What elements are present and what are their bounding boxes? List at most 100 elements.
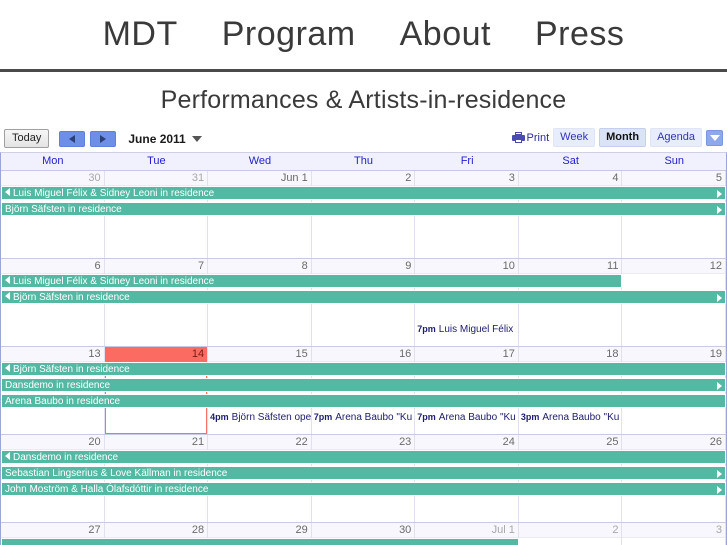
timed-event[interactable]: 7pm Arena Baubo "Ku (415, 410, 519, 424)
next-month-button[interactable] (90, 130, 117, 147)
dow-tue: Tue (147, 155, 166, 167)
arrow-right-icon (717, 294, 722, 302)
view-tab-agenda[interactable]: Agenda (650, 128, 702, 147)
arrow-left-icon (5, 452, 10, 461)
day-number: 26 (709, 436, 723, 448)
day-cell[interactable]: 3 (622, 523, 727, 545)
arrow-left-icon (5, 364, 10, 373)
calendar-view-controls: Print Week Month Agenda (511, 128, 723, 147)
day-number: Jul 1 (491, 524, 515, 536)
event-title: Björn Säfsten in residence (13, 364, 130, 375)
event-title: Sebastian Lingserius & Love Källman in r… (5, 468, 228, 479)
all-day-event[interactable]: Luis Miguel Félix & Sidney Leoni in resi… (1, 274, 623, 288)
day-number: 18 (606, 348, 619, 360)
arrow-right-icon (717, 190, 722, 198)
all-day-event[interactable]: Björn Säfsten in residence (1, 362, 726, 376)
arrow-left-icon (5, 292, 10, 301)
print-button[interactable]: Print (511, 131, 550, 144)
arrow-right-icon (717, 382, 722, 390)
all-day-event[interactable]: Dansdemo in residence (1, 450, 726, 464)
day-number: 30 (88, 172, 101, 184)
all-day-event[interactable]: Björn Säfsten in residence (1, 202, 726, 216)
all-day-event[interactable]: Björn Säfsten in residence (1, 290, 726, 304)
view-dropdown-button[interactable] (706, 129, 723, 146)
dow-fri: Fri (460, 155, 474, 167)
day-number: 11 (607, 260, 619, 272)
event-time: 3pm (520, 412, 540, 422)
day-number: 30 (399, 524, 412, 536)
nav-link-about[interactable]: About (400, 15, 491, 54)
all-day-event[interactable] (1, 538, 519, 545)
timed-event[interactable]: 7pm Luis Miguel Félix (415, 322, 519, 336)
event-title: Arena Baubo "Ku (542, 412, 620, 423)
day-number: 17 (502, 348, 515, 360)
day-number: 20 (88, 436, 101, 448)
day-number: 6 (94, 260, 101, 272)
event-time: 7pm (417, 324, 436, 334)
day-number: 31 (191, 172, 205, 184)
event-title: Arena Baubo in residence (5, 396, 121, 407)
nav-link-press[interactable]: Press (535, 15, 624, 54)
view-tab-month[interactable]: Month (599, 128, 647, 147)
event-title: Dansdemo in residence (13, 452, 119, 463)
day-number: 28 (191, 524, 205, 536)
google-calendar-embed: Today June 2011 Print Week Month Agenda … (0, 125, 727, 545)
day-number: 5 (715, 172, 723, 184)
day-number: 3 (715, 524, 723, 536)
view-tab-week[interactable]: Week (553, 128, 596, 147)
timed-event[interactable]: 7pm Arena Baubo "Ku (312, 410, 416, 424)
event-title: Luis Miguel Félix (438, 324, 514, 335)
print-label: Print (526, 131, 550, 144)
event-time: 7pm (417, 412, 436, 422)
day-of-week-header: Mon Tue Wed Thu Fri Sat Sun (1, 153, 726, 171)
day-cell[interactable]: 2 (518, 523, 623, 545)
calendar-week-row: 6 7 8 9 10 11 12 Luis Miguel Félix & Sidney Leo… (1, 259, 727, 347)
day-number: 25 (606, 436, 619, 448)
dow-sat: Sat (562, 155, 579, 167)
nav-link-mdt[interactable]: MDT (103, 15, 178, 54)
day-number: 4 (612, 172, 619, 184)
today-button[interactable]: Today (4, 129, 50, 148)
day-number-bar (622, 523, 726, 538)
arrow-right-icon (717, 486, 722, 494)
all-day-event[interactable]: Arena Baubo in residence (1, 394, 726, 408)
timed-event[interactable]: 4pm Björn Säfsten ope (208, 410, 312, 424)
nav-link-program[interactable]: Program (222, 15, 356, 54)
event-title: Arena Baubo "Ku (438, 412, 516, 423)
day-number: 24 (502, 436, 515, 448)
day-number: 21 (191, 436, 205, 448)
day-number: 3 (508, 172, 515, 184)
calendar-grid: Mon Tue Wed Thu Fri Sat Sun 30 31 Jun 1234… (0, 152, 727, 545)
event-title: Björn Säfsten ope (231, 412, 312, 423)
arrow-right-icon (717, 470, 722, 478)
day-number: 2 (612, 524, 619, 536)
all-day-event[interactable]: Sebastian Lingserius & Love Källman in r… (1, 466, 726, 480)
chevron-right-icon (100, 134, 107, 143)
day-number: 8 (301, 260, 308, 272)
day-number-bar (1, 259, 104, 274)
dow-thu: Thu (354, 155, 373, 167)
timed-event[interactable]: 3pm Arena Baubo "Ku (519, 410, 623, 424)
printer-icon (511, 132, 525, 143)
day-number: 13 (88, 348, 101, 360)
day-number: 10 (502, 260, 515, 272)
all-day-event[interactable]: Dansdemo in residence (1, 378, 726, 392)
day-number: 22 (295, 436, 308, 448)
event-title: Luis Miguel Félix & Sidney Leoni in resi… (13, 188, 215, 199)
dow-mon: Mon (42, 155, 64, 167)
calendar-week-row: 27 28 29 30 Jul 1 2 3 (1, 523, 727, 545)
previous-month-button[interactable] (59, 130, 86, 147)
dow-wed: Wed (248, 155, 272, 167)
chevron-down-icon[interactable] (191, 135, 202, 142)
event-title: Luis Miguel Félix & Sidney Leoni in resi… (13, 276, 215, 287)
arrow-right-icon (717, 206, 722, 214)
day-number: 27 (88, 524, 101, 536)
all-day-event[interactable]: John Moström & Halla Ólafsdóttir in resi… (1, 482, 726, 496)
day-number-bar (208, 259, 311, 274)
day-number-bar (518, 523, 622, 538)
chevron-down-icon (709, 134, 720, 141)
event-title: Björn Säfsten in residence (13, 292, 130, 303)
all-day-event[interactable]: Luis Miguel Félix & Sidney Leoni in resi… (1, 186, 726, 200)
calendar-week-row: 20 21 22 23 24 25 26 Dansdemo in residence Sebas… (1, 435, 727, 523)
day-number-bar (622, 171, 726, 186)
